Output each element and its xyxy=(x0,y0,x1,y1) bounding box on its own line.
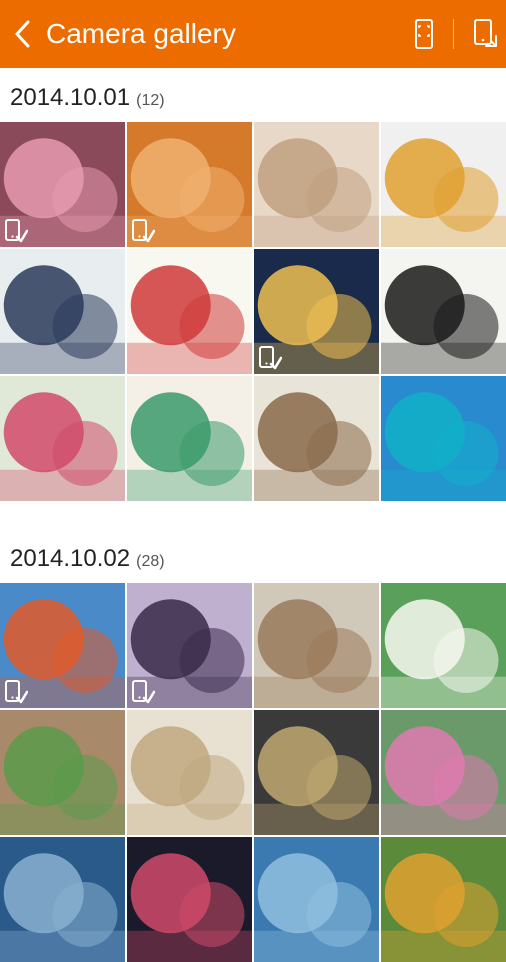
phone-synced-icon xyxy=(4,680,28,704)
thumbnail-piano-keys[interactable] xyxy=(381,249,506,374)
app-header: Camera gallery xyxy=(0,0,506,68)
thumbnail-orange-flower[interactable] xyxy=(127,122,252,247)
section-count: (28) xyxy=(136,553,164,571)
thumbnail-gift-box[interactable] xyxy=(127,249,252,374)
remote-viewfinder-button[interactable] xyxy=(409,19,439,49)
phone-synced-icon xyxy=(131,680,155,704)
section-date: 2014.10.02 xyxy=(10,545,130,573)
section-gap xyxy=(0,501,506,529)
copy-to-phone-button[interactable] xyxy=(468,19,498,49)
thumbnail-pink-tulips[interactable] xyxy=(381,710,506,835)
thumbnail-pink-flower[interactable] xyxy=(0,122,125,247)
thumbnail-woman-smiling[interactable] xyxy=(254,583,379,708)
thumbnail-balloons[interactable] xyxy=(0,376,125,501)
chevron-left-icon xyxy=(14,20,32,48)
header-actions xyxy=(409,19,498,49)
thumbnail-books-stack[interactable] xyxy=(127,376,252,501)
thumbnail-coffee-cup[interactable] xyxy=(254,376,379,501)
thumbnail-pasta-salad[interactable] xyxy=(381,122,506,247)
gallery-content: 2014.10.01 (12) 2014.10.02 (28) xyxy=(0,68,506,962)
thumbnail-windsock[interactable] xyxy=(0,583,125,708)
phone-synced-icon xyxy=(4,219,28,243)
thumbnail-daisies[interactable] xyxy=(381,583,506,708)
phone-synced-icon xyxy=(131,219,155,243)
section-count: (12) xyxy=(136,92,164,110)
thumbnail-boy-portrait[interactable] xyxy=(254,122,379,247)
section-header: 2014.10.01 (12) xyxy=(0,68,506,122)
back-button[interactable] xyxy=(8,19,38,49)
thumbnail-boy-outdoor[interactable] xyxy=(127,710,252,835)
section-date: 2014.10.01 xyxy=(10,84,130,112)
page-title: Camera gallery xyxy=(46,18,409,50)
phone-frame-icon xyxy=(411,19,437,49)
thumbnail-seedling[interactable] xyxy=(0,710,125,835)
phone-transfer-icon xyxy=(468,19,498,49)
section-header: 2014.10.02 (28) xyxy=(0,529,506,583)
thumbnail-mountain-sunset[interactable] xyxy=(127,583,252,708)
thumbnail-child-winter-hat[interactable] xyxy=(0,249,125,374)
thumbnail-city-skyline-night[interactable] xyxy=(254,249,379,374)
header-divider xyxy=(453,19,454,49)
thumbnail-grid xyxy=(0,583,506,962)
thumbnail-ocean-sky[interactable] xyxy=(381,376,506,501)
thumbnail-grid xyxy=(0,122,506,501)
thumbnail-compass[interactable] xyxy=(254,710,379,835)
phone-synced-icon xyxy=(258,346,282,370)
